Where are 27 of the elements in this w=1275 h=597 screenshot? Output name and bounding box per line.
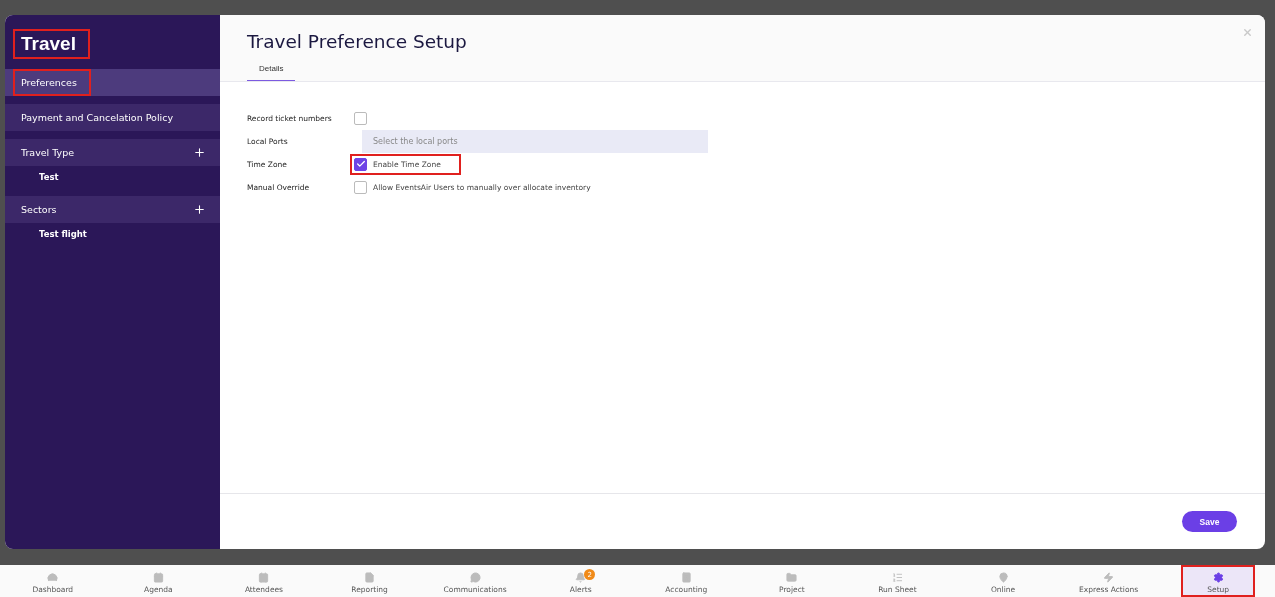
folder-icon <box>786 572 798 583</box>
tab[interactable]: Details <box>247 60 296 81</box>
sidebar-section-header[interactable]: Preferences <box>5 69 220 96</box>
plus-icon[interactable] <box>193 203 206 216</box>
sidebar-item[interactable]: Payment and Cancelation Policy <box>13 104 188 131</box>
document-icon <box>364 572 376 583</box>
sidebar-item[interactable]: Travel Type <box>13 139 89 166</box>
sidebar-item[interactable]: Preferences <box>13 69 91 96</box>
save-button[interactable]: Save <box>1182 511 1237 532</box>
checkbox[interactable] <box>354 111 367 125</box>
sidebar-section-header[interactable]: Sectors <box>5 196 220 223</box>
dialog-title: Travel Preference Setup <box>247 31 467 52</box>
sidebar-section-header[interactable]: Travel Type <box>5 139 220 166</box>
settings-icon <box>1212 572 1224 583</box>
sidebar-item[interactable]: Sectors <box>13 196 71 223</box>
sidebar-section-header[interactable]: Payment and Cancelation Policy <box>5 104 220 131</box>
checkbox[interactable] <box>354 180 367 194</box>
sidebar-title: Travel <box>13 29 90 59</box>
bell-icon <box>575 572 587 583</box>
checkbox[interactable] <box>354 157 367 171</box>
plus-icon[interactable] <box>193 146 206 159</box>
lightning-icon <box>1103 572 1115 583</box>
map-pin-icon <box>997 572 1009 583</box>
list-icon <box>891 572 903 583</box>
chat-bubble-icon <box>469 572 481 583</box>
sidebar-subitem[interactable]: Test flight <box>5 223 220 245</box>
sidebar-subitem[interactable]: Test <box>5 166 220 188</box>
